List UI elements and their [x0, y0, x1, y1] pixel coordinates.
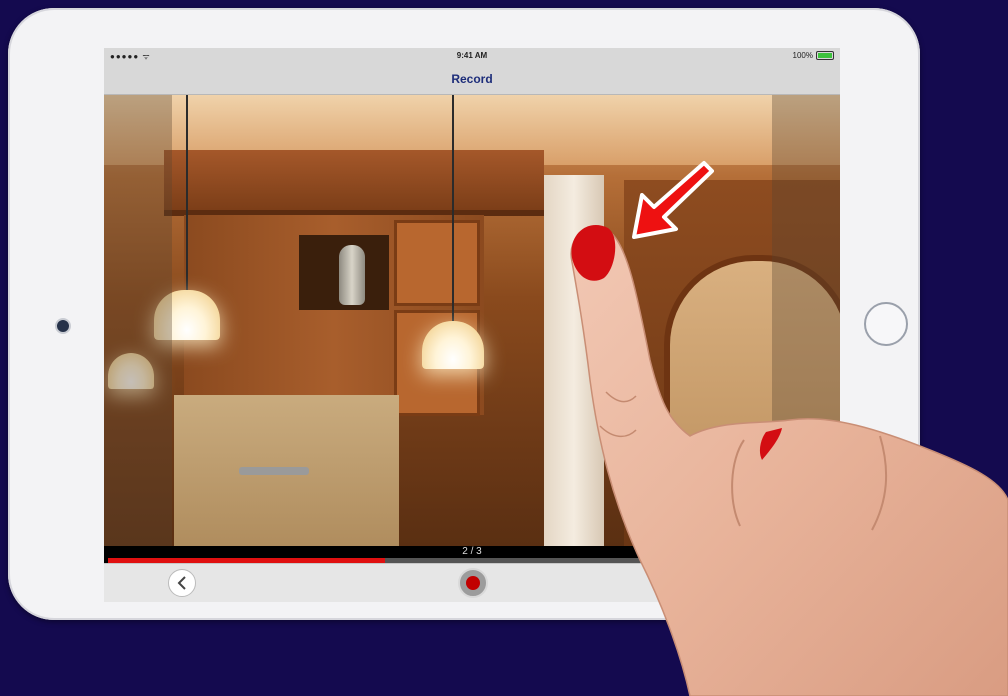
status-time: 9:41 AM	[456, 51, 488, 60]
camera-preview[interactable]	[104, 95, 840, 546]
tablet-frame: ●●●●● ᯤ 9:41 AM 100% Record 2 / 3	[8, 8, 920, 620]
battery-percent: 100%	[792, 51, 813, 60]
arrow-icon	[632, 161, 714, 239]
navigation-bar: Record	[104, 64, 840, 95]
record-icon	[466, 576, 480, 590]
pendant-wire	[452, 95, 454, 323]
status-bar: ●●●●● ᯤ 9:41 AM 100%	[104, 48, 840, 64]
page-title: Record	[451, 72, 493, 86]
record-button[interactable]	[458, 568, 488, 598]
battery-indicator: 100%	[793, 51, 834, 60]
preview-overlay-right	[772, 95, 840, 546]
pendant-wire	[186, 95, 188, 290]
battery-icon	[816, 51, 834, 60]
front-camera	[55, 318, 71, 334]
photo-cabinet-crown	[164, 150, 544, 216]
bottom-toolbar	[104, 563, 840, 602]
photo-vase	[339, 245, 365, 305]
app-screen: ●●●●● ᯤ 9:41 AM 100% Record 2 / 3	[104, 48, 840, 602]
chevron-left-icon	[177, 576, 186, 590]
preview-overlay-left	[104, 95, 172, 546]
photo-column	[544, 175, 604, 546]
page-indicator: 2 / 3	[104, 546, 840, 558]
home-button[interactable]	[864, 302, 908, 346]
photo-cabinet-door	[394, 220, 480, 306]
back-button[interactable]	[168, 569, 196, 597]
photo-faucet	[239, 467, 309, 475]
